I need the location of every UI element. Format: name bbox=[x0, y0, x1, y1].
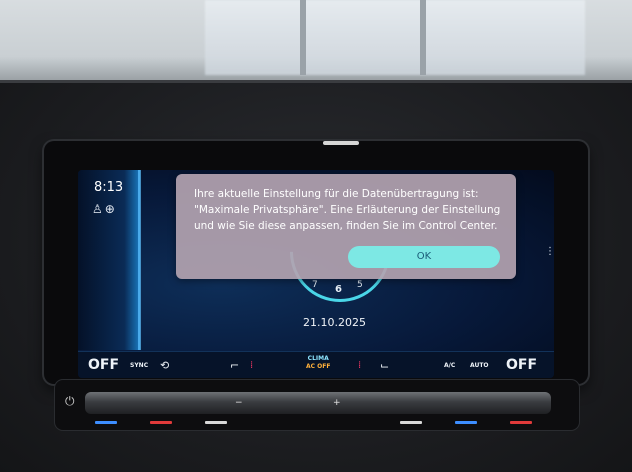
climate-off-right-button[interactable]: OFF bbox=[506, 352, 537, 378]
dial-number: 6 bbox=[335, 284, 342, 295]
led-indicator bbox=[400, 421, 422, 424]
led-indicator bbox=[510, 421, 532, 424]
dialog-message: Ihre aktuelle Einstellung für die Datenü… bbox=[194, 188, 501, 232]
led-indicator bbox=[95, 421, 117, 424]
led-indicator bbox=[205, 421, 227, 424]
date-label: 21.10.2025 bbox=[303, 316, 366, 329]
car-dashboard-photo: 8:13 ♙⊕ 7 6 5 21.10.2025 ⋮ Ihre aktuelle… bbox=[0, 0, 632, 472]
seat-heat-level-icon: ⁞ bbox=[358, 360, 361, 371]
auto-button[interactable]: AUTO bbox=[470, 352, 489, 378]
clima-button[interactable]: CLIMA AC OFF bbox=[306, 355, 330, 371]
globe-icon: ⊕ bbox=[104, 202, 117, 216]
dial-number: 5 bbox=[357, 280, 363, 290]
infotainment-screen: 8:13 ♙⊕ 7 6 5 21.10.2025 ⋮ Ihre aktuelle… bbox=[78, 170, 554, 378]
left-status-strip bbox=[78, 170, 140, 350]
ac-off-label: AC OFF bbox=[306, 363, 331, 370]
left-strip-glow bbox=[138, 170, 141, 350]
background-window bbox=[205, 0, 585, 75]
climate-off-left-button[interactable]: OFF bbox=[88, 352, 119, 378]
ok-button[interactable]: OK bbox=[348, 246, 500, 268]
clima-label: CLIMA bbox=[307, 355, 329, 362]
slider-minus-icon: − bbox=[235, 398, 243, 408]
power-icon[interactable]: ⏻ bbox=[65, 394, 75, 409]
ac-button[interactable]: A/C bbox=[444, 352, 455, 378]
seat-heat-left-icon[interactable]: ⌐ bbox=[230, 352, 239, 378]
window-frame bbox=[420, 0, 426, 75]
sync-button[interactable]: SYNC bbox=[130, 352, 148, 378]
led-indicator bbox=[150, 421, 172, 424]
status-icons: ♙⊕ bbox=[92, 202, 117, 216]
more-menu-icon[interactable]: ⋮ bbox=[545, 247, 554, 257]
window-frame bbox=[300, 0, 306, 75]
privacy-dialog: Ihre aktuelle Einstellung für die Datenü… bbox=[176, 174, 516, 279]
led-indicator bbox=[455, 421, 477, 424]
seat-heat-right-icon[interactable]: ⌙ bbox=[380, 352, 389, 378]
bezel-notch bbox=[323, 141, 359, 145]
clock: 8:13 bbox=[94, 180, 124, 195]
dial-number: 7 bbox=[312, 280, 318, 290]
seat-heat-level-icon: ⁞ bbox=[250, 360, 253, 371]
person-icon: ♙ bbox=[92, 202, 105, 216]
temperature-slider[interactable]: − + bbox=[85, 392, 551, 414]
recirculation-icon[interactable]: ⟲ bbox=[160, 352, 169, 378]
slider-plus-icon: + bbox=[333, 398, 341, 408]
climate-bar: OFF SYNC ⟲ ⌐ ⁞ CLIMA AC OFF ⁞ ⌙ A/C AUTO… bbox=[78, 351, 554, 378]
climate-control-panel: ⏻ − + bbox=[55, 380, 579, 430]
